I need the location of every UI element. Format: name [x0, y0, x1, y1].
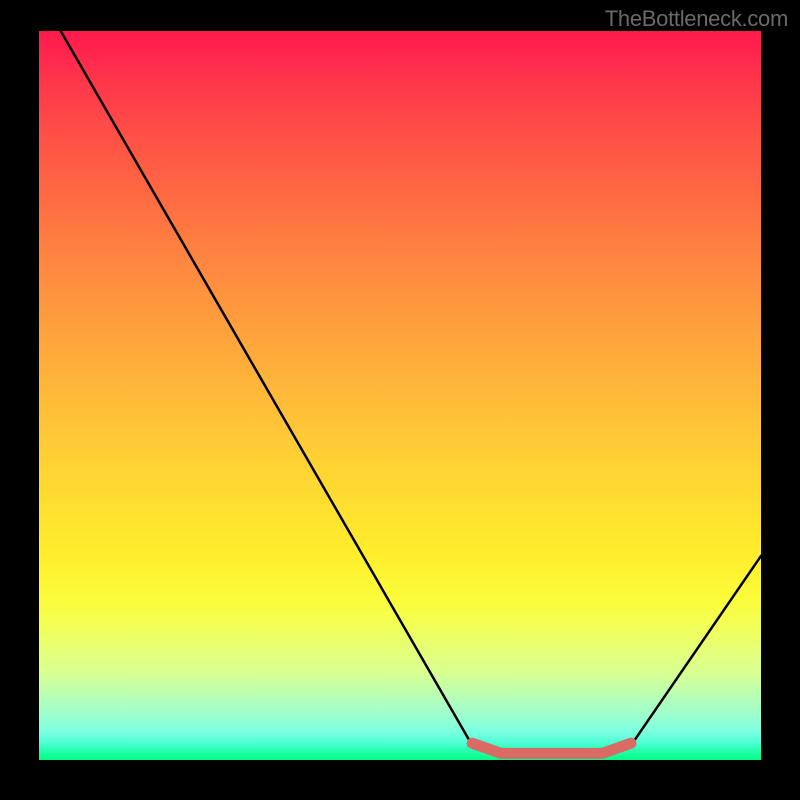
- chart-plot-area: [39, 31, 761, 760]
- chart-svg: [39, 31, 761, 760]
- trough-highlight-line: [472, 743, 631, 753]
- curve-group: [61, 31, 761, 756]
- watermark-text: TheBottleneck.com: [605, 6, 788, 32]
- main-curve-line: [61, 31, 761, 756]
